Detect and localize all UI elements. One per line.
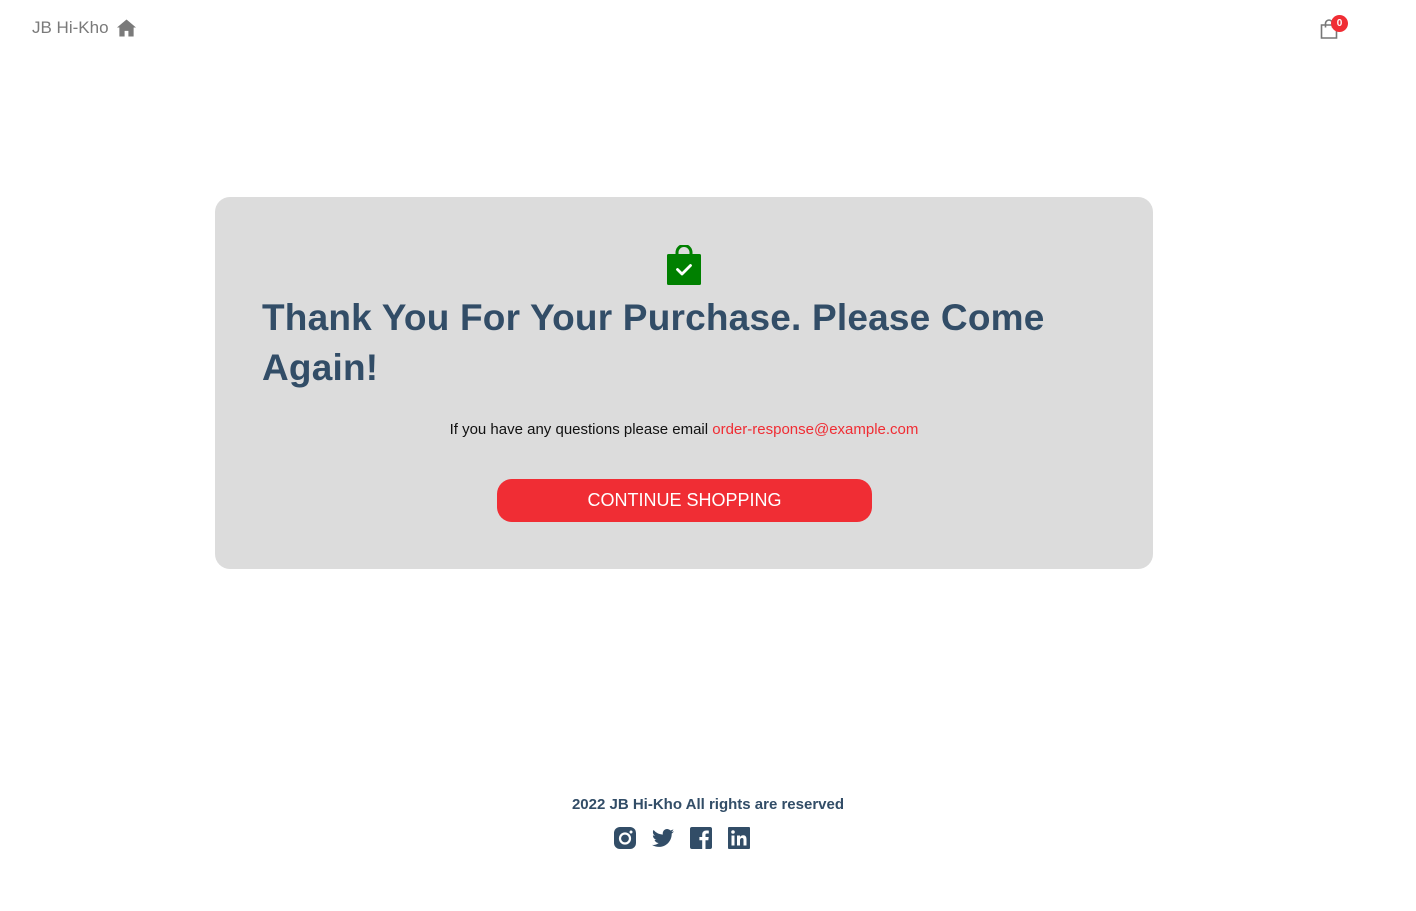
email-message: If you have any questions please email o… bbox=[215, 421, 1153, 438]
instagram-icon[interactable] bbox=[613, 826, 637, 850]
email-link[interactable]: order-response@example.com bbox=[712, 421, 918, 438]
cart-count-badge: 0 bbox=[1331, 15, 1348, 32]
thank-you-heading: Thank You For Your Purchase. Please Come… bbox=[262, 297, 1045, 388]
footer-copyright: 2022 JB Hi-Kho All rights are reserved bbox=[571, 796, 845, 813]
continue-shopping-button[interactable]: CONTINUE SHOPPING bbox=[497, 479, 872, 522]
footer: 2022 JB Hi-Kho All rights are reserved bbox=[0, 796, 1416, 850]
navbar: JB Hi-Kho 0 bbox=[0, 0, 1416, 60]
linkedin-icon[interactable] bbox=[727, 826, 751, 850]
facebook-icon[interactable] bbox=[689, 826, 713, 850]
success-card: Thank You For Your Purchase. Please Come… bbox=[215, 197, 1153, 569]
shopping-bag-check-icon bbox=[667, 245, 701, 285]
email-prompt: If you have any questions please email bbox=[449, 421, 709, 438]
cart-button[interactable]: 0 bbox=[1318, 14, 1352, 44]
twitter-icon[interactable] bbox=[651, 826, 675, 850]
logo-home-link[interactable]: JB Hi-Kho bbox=[32, 18, 136, 38]
social-links bbox=[0, 826, 1416, 850]
home-icon bbox=[116, 19, 136, 37]
logo-text: JB Hi-Kho bbox=[32, 18, 109, 37]
